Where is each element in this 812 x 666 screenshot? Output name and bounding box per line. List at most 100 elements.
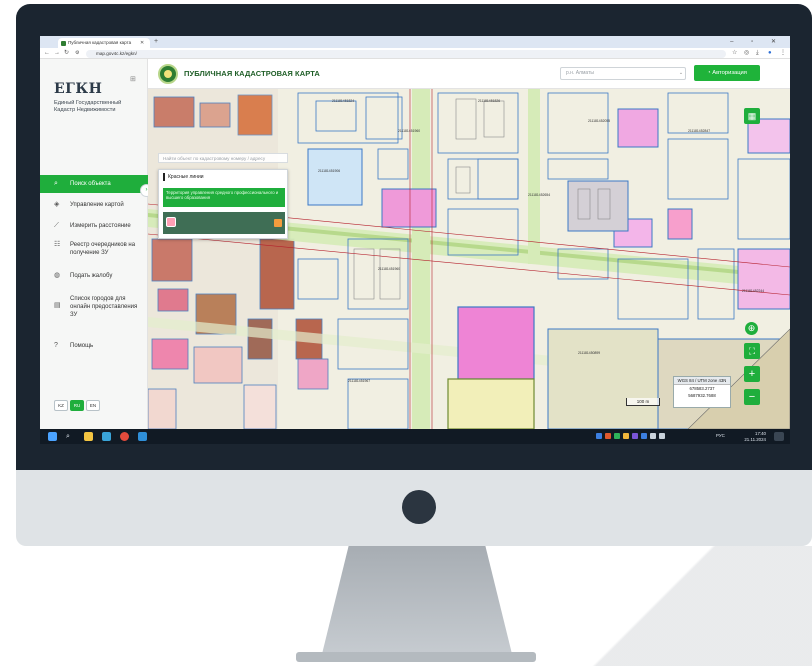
tray-icon[interactable] xyxy=(623,433,629,439)
tray-icon[interactable] xyxy=(596,433,602,439)
system-tray xyxy=(596,433,665,439)
layer-item[interactable]: Территория управления средного профессио… xyxy=(163,188,285,207)
parcel-label: 211181452654 xyxy=(528,193,551,197)
background-shadow xyxy=(560,546,812,666)
auth-button[interactable]: ◔ Авторизация xyxy=(694,65,760,81)
apps-grid-icon[interactable]: ⊞ xyxy=(130,75,136,83)
sidebar-item-measure[interactable]: ⟋ Измерить расстояние xyxy=(40,222,148,230)
browser-tab-bar: Публичная кадастровая карта ✕ + – ▫ ✕ xyxy=(40,36,790,48)
auth-label: Авторизация xyxy=(712,70,747,76)
sidebar-item-map-control[interactable]: ◈ Управление картой xyxy=(40,201,148,209)
brand-logo: ЕГКН xyxy=(54,81,103,97)
keyboard-lang[interactable]: РУС xyxy=(716,433,725,438)
url-field[interactable]: map.gov4c.kz/egkn/ xyxy=(86,49,726,58)
search-icon[interactable]: ⌕ xyxy=(66,432,75,441)
emblem-icon xyxy=(158,64,178,84)
parcel-label: 211181452244 xyxy=(742,289,765,293)
lang-ru-button[interactable]: RU xyxy=(70,400,84,411)
parcel-label: 211181451826 xyxy=(478,99,501,103)
clock-date: 21.11.2024 xyxy=(744,436,766,442)
tray-icon[interactable] xyxy=(650,433,656,439)
registry-icon: ☷ xyxy=(54,241,61,248)
app-icon[interactable] xyxy=(102,432,111,441)
tray-icon[interactable] xyxy=(605,433,611,439)
search-icon: ⌕ xyxy=(54,180,58,187)
tab-close-icon[interactable]: ✕ xyxy=(140,38,144,48)
profile-icon[interactable]: ● xyxy=(768,49,772,58)
tray-icon[interactable] xyxy=(659,433,665,439)
tray-icon[interactable] xyxy=(641,433,647,439)
region-search-input[interactable]: р.н. Алматы xyxy=(560,67,686,80)
browser-address-bar: ← → ↻ ⚙ map.gov4c.kz/egkn/ ☆ ◎ ⤓ ● ⋮ xyxy=(40,48,790,59)
screen: Публичная кадастровая карта ✕ + – ▫ ✕ ← … xyxy=(40,36,790,444)
language-switcher: KZ RU EN xyxy=(54,400,100,411)
reload-icon[interactable]: ↻ xyxy=(64,49,69,58)
monitor-logo-dot xyxy=(402,490,436,524)
layer-close-icon[interactable] xyxy=(274,219,282,227)
back-icon[interactable]: ← xyxy=(44,49,50,58)
browser-tab[interactable]: Публичная кадастровая карта xyxy=(58,38,150,48)
help-icon: ? xyxy=(54,342,58,349)
lang-en-button[interactable]: EN xyxy=(86,400,100,411)
coord-x: 678583.2737 xyxy=(689,386,715,391)
window-controls[interactable]: – ▫ ✕ xyxy=(730,37,784,47)
parcel-label: 211181451960 xyxy=(378,267,401,271)
sidebar-item-cities[interactable]: ▤ Список городов для онлайн предоставлен… xyxy=(40,295,144,319)
sidebar-item-help[interactable]: ? Помощь xyxy=(40,342,148,350)
complaint-icon: ◍ xyxy=(54,272,61,279)
favicon-icon xyxy=(61,41,66,46)
parcel-label: 211181451824 xyxy=(332,99,355,103)
app-title: ПУБЛИЧНАЯ КАДАСТРОВАЯ КАРТА xyxy=(184,69,320,78)
sidebar: ⊞ ЕГКН Единый Государственный Кадастр Не… xyxy=(40,59,148,429)
brand-subtitle: Единый Государственный Кадастр Недвижимо… xyxy=(54,100,122,113)
tab-title: Публичная кадастровая карта xyxy=(68,40,132,45)
parcel-label: 211181452847 xyxy=(688,129,711,133)
parcel-label: 211181452055 xyxy=(588,119,611,123)
list-icon: ▤ xyxy=(54,302,61,309)
zoom-out-button[interactable]: − xyxy=(744,389,760,405)
layer-panel: Красные линии Территория управления сред… xyxy=(158,169,288,239)
layers-icon: ◈ xyxy=(54,201,60,208)
lang-kz-button[interactable]: KZ xyxy=(54,400,68,411)
monitor-mockup: Публичная кадастровая карта ✕ + – ▫ ✕ ← … xyxy=(0,0,812,666)
menu-icon[interactable]: ⋮ xyxy=(780,49,786,58)
locate-icon[interactable]: ⊕ xyxy=(745,322,758,335)
sidebar-item-label: Помощь xyxy=(70,343,94,349)
extensions-icon[interactable]: ◎ xyxy=(744,49,749,58)
download-icon[interactable]: ⤓ xyxy=(756,49,759,58)
explorer-icon[interactable] xyxy=(84,432,93,441)
sidebar-item-registry[interactable]: ☷ Реестр очередников на получение ЗУ xyxy=(40,241,144,257)
chrome-icon[interactable] xyxy=(120,432,129,441)
windows-start-icon[interactable] xyxy=(48,432,57,441)
site-info-icon[interactable]: ⚙ xyxy=(75,49,79,58)
tray-icon[interactable] xyxy=(632,433,638,439)
chevron-down-icon[interactable]: ⌄ xyxy=(676,67,686,80)
parcel-label: 211181451967 xyxy=(348,379,371,383)
sidebar-item-label: Подать жалобу xyxy=(70,273,113,279)
clock[interactable]: 17:40 21.11.2024 xyxy=(744,431,766,442)
map-scale: 100 m xyxy=(626,398,660,406)
fullscreen-icon[interactable]: ⛶ xyxy=(744,343,760,359)
coord-crs: WGS 84 / UTM zone 43N xyxy=(674,377,730,385)
sidebar-item-search[interactable]: ⌕ Поиск объекта xyxy=(40,175,148,193)
notification-icon[interactable] xyxy=(774,432,784,441)
parcel-label: 211181450899 xyxy=(578,351,601,355)
sidebar-item-label: Управление картой xyxy=(70,202,124,208)
new-tab-icon[interactable]: + xyxy=(154,37,158,47)
sidebar-item-label: Список городов для онлайн предоставления… xyxy=(70,296,138,318)
parcel-label: 211181451906 xyxy=(318,169,341,173)
print-icon[interactable]: ▦ xyxy=(744,108,760,124)
ruler-icon: ⟋ xyxy=(54,222,59,229)
cadastral-search-input[interactable]: Найти объект по кадастровому номеру / ад… xyxy=(158,153,288,163)
zoom-in-button[interactable]: + xyxy=(744,366,760,382)
browser-edge-icon[interactable] xyxy=(138,432,147,441)
forward-icon[interactable]: → xyxy=(54,49,60,58)
star-icon[interactable]: ☆ xyxy=(732,49,737,58)
layer-legend-icon[interactable] xyxy=(166,217,176,227)
layer-panel-title: Красные линии xyxy=(163,173,204,181)
monitor-stand xyxy=(322,546,512,654)
monitor-stand-base xyxy=(296,652,536,662)
sidebar-item-complaint[interactable]: ◍ Подать жалобу xyxy=(40,272,148,280)
coord-y: 5687932.7688 xyxy=(688,393,716,398)
tray-icon[interactable] xyxy=(614,433,620,439)
